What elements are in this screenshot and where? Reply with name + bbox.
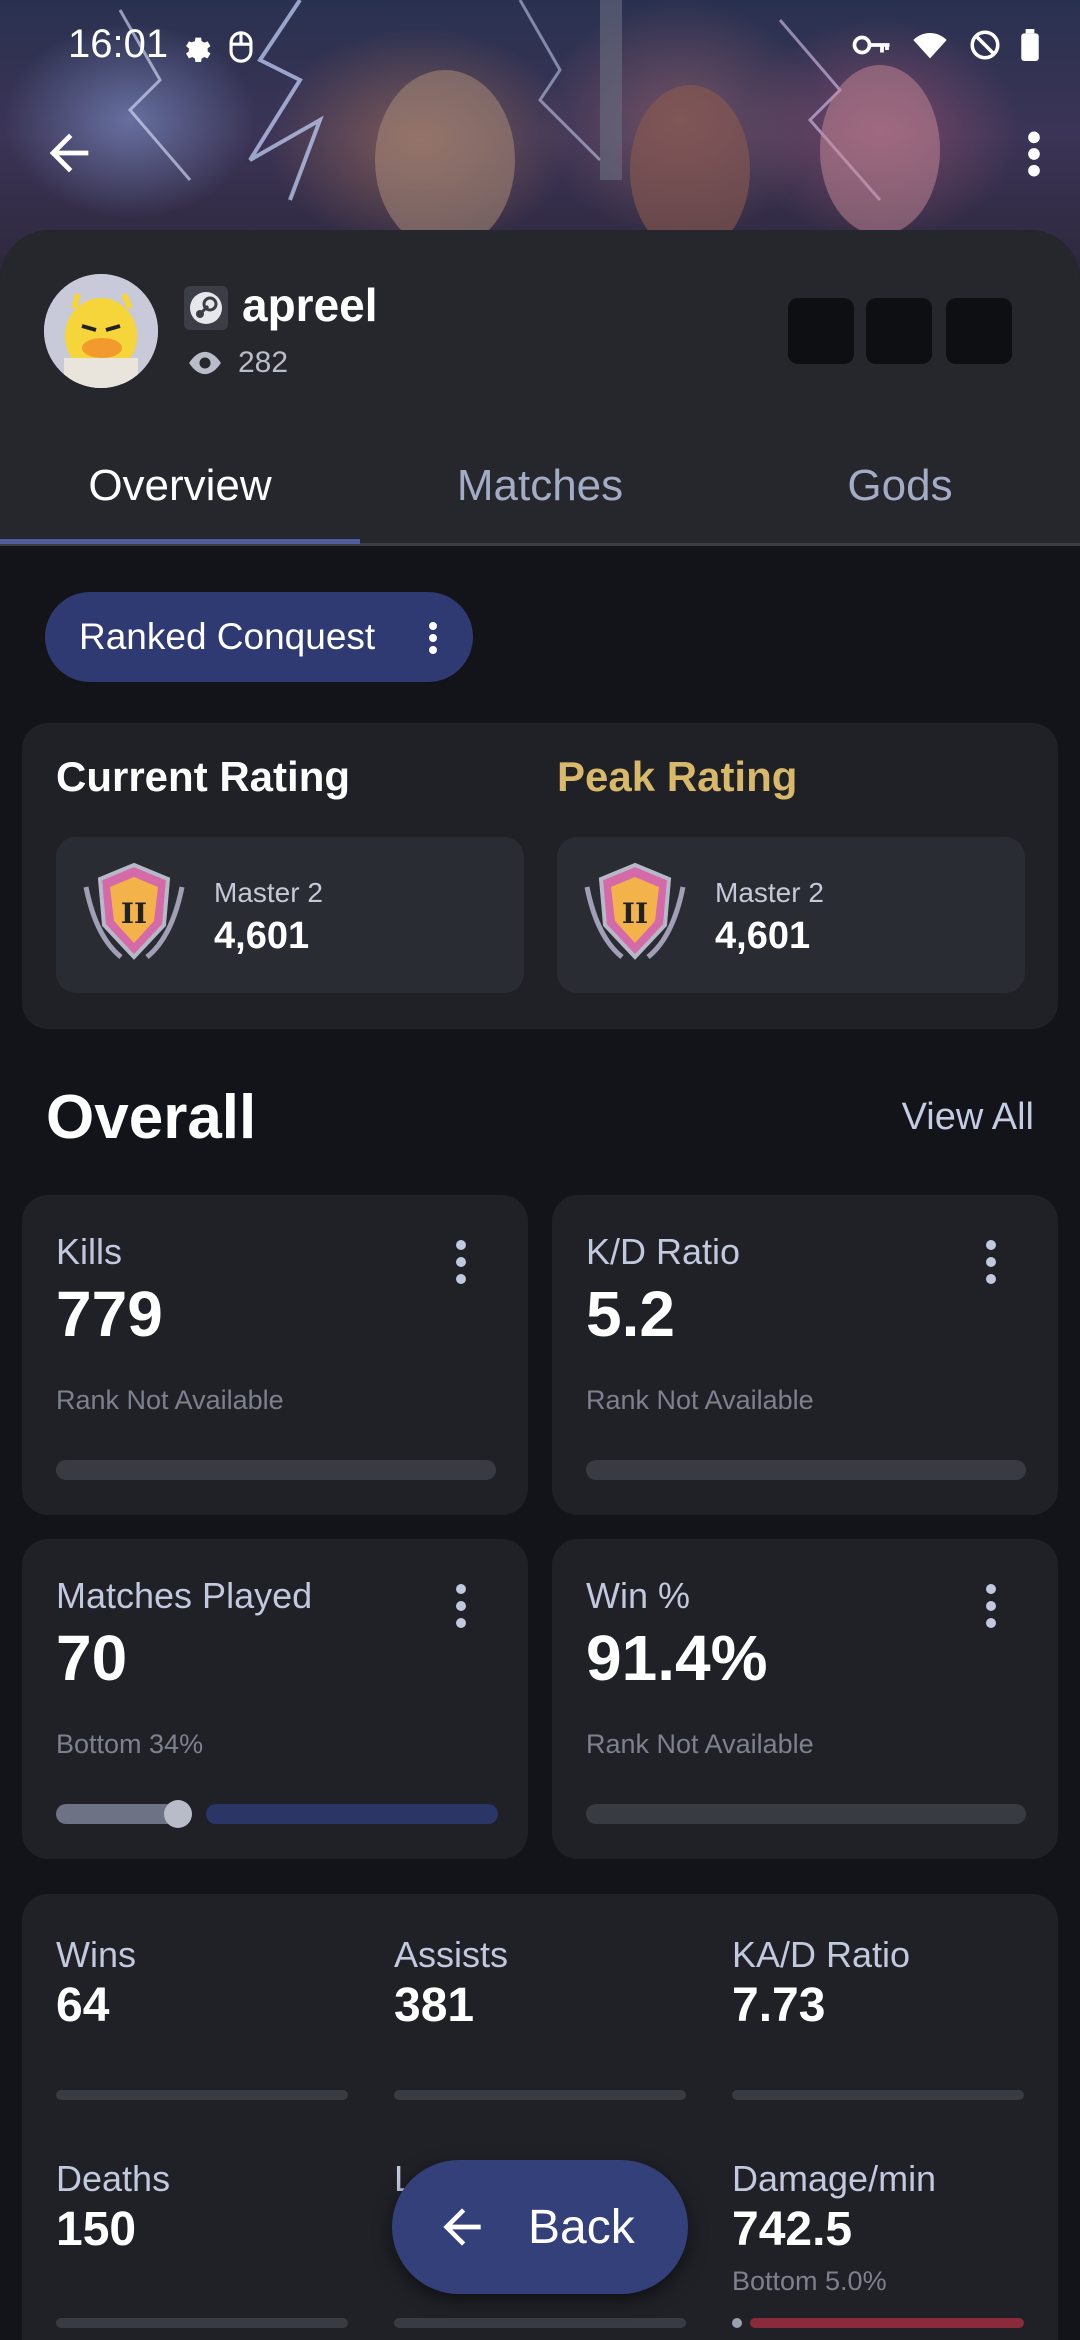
overall-title: Overall [46,1083,257,1152]
eye-icon [189,351,221,375]
status-time: 16:01 [68,22,169,66]
tab-matches[interactable]: Matches [360,430,720,542]
vpn-key-icon [852,35,890,55]
status-icons-right [852,28,1040,62]
wins-track [56,2090,348,2100]
kd-ratio-card[interactable]: K/D Ratio 5.2 Rank Not Available [552,1195,1058,1515]
matches-percentile-track [206,1804,498,1824]
win-percent-rank-text: Rank Not Available [586,1729,814,1759]
assists-label: Assists [394,1934,509,1975]
views-count: 282 [238,346,289,379]
kad-ratio-label: KA/D Ratio [732,1934,911,1975]
badge-slot-3[interactable] [946,298,1012,364]
win-percent-progress-track [586,1804,1026,1824]
badge-slot-1[interactable] [788,298,854,364]
avatar[interactable] [44,274,158,388]
more-vert-icon[interactable] [454,1239,468,1285]
screen: 16:01 apreel 282 Overview Matches Gods R… [0,0,1080,2340]
damage-per-min-label: Damage/min [732,2158,937,2199]
kd-ratio-value: 5.2 [586,1278,675,1350]
dnd-icon [970,30,1000,60]
profile-views: 282 [186,346,288,380]
peak-rank-name: Master 2 [715,877,824,908]
duck-avatar-image [44,274,158,388]
kills-label: Kills [56,1231,123,1272]
current-rating-title: Current Rating [56,753,350,800]
damage-per-min-rank-text: Bottom 5.0% [732,2266,887,2296]
deaths-track [56,2318,348,2328]
current-rating-box[interactable]: II Master 2 4,601 [56,837,524,993]
current-emblem-numeral: II [121,897,147,930]
wins-value: 64 [56,1979,110,2032]
kills-progress-track [56,1460,496,1480]
steam-icon [184,286,228,330]
deaths-value: 150 [56,2203,137,2256]
view-all-link[interactable]: View All [902,1096,1034,1139]
matches-played-rank-text: Bottom 34% [56,1729,204,1759]
win-percent-value: 91.4% [586,1622,768,1694]
peak-rating-title: Peak Rating [557,753,798,800]
more-vert-icon[interactable] [984,1583,998,1629]
badge-slot-2[interactable] [866,298,932,364]
profile-sheet: apreel 282 Overview Matches Gods Ranked … [0,230,1080,2340]
kd-ratio-label: K/D Ratio [586,1231,741,1272]
tab-overview[interactable]: Overview [0,430,360,542]
kills-card[interactable]: Kills 779 Rank Not Available [22,1195,528,1515]
assists-value: 381 [394,1979,475,2032]
kd-ratio-progress-track [586,1460,1026,1480]
kad-ratio-value: 7.73 [732,1979,826,2032]
peak-emblem-numeral: II [622,897,648,930]
kad-ratio-track [732,2090,1024,2100]
profile-header: apreel 282 Overview Matches Gods [0,230,1080,546]
rating-card: Current Rating Peak Rating II Master 2 4… [22,723,1058,1029]
mouse-icon [229,31,253,63]
game-mode-label: Ranked Conquest [79,616,376,657]
matches-percentile-marker [164,1800,192,1828]
win-percent-label: Win % [586,1575,691,1616]
back-button-label: Back [528,2201,635,2254]
win-percent-card[interactable]: Win % 91.4% Rank Not Available [552,1539,1058,1859]
peak-rating-value: 4,601 [715,915,811,957]
username: apreel [242,279,378,331]
damage-per-min-track [750,2318,1024,2328]
kills-value: 779 [56,1278,163,1350]
back-arrow-icon[interactable] [40,124,98,182]
wins-label: Wins [56,1934,136,1975]
tab-active-indicator [0,539,360,544]
matches-percentile-fill [56,1804,176,1824]
kills-rank-text: Rank Not Available [56,1385,284,1415]
wifi-icon [913,32,947,59]
more-vert-icon[interactable] [454,1583,468,1629]
more-vert-icon [429,622,437,654]
matches-played-label: Matches Played [56,1575,313,1616]
deaths-label: Deaths [56,2158,171,2199]
arrow-left-icon [443,2208,481,2246]
peak-rating-box[interactable]: II Master 2 4,601 [557,837,1025,993]
kd-ratio-rank-text: Rank Not Available [586,1385,814,1415]
more-vert-icon[interactable] [984,1239,998,1285]
overflow-menu-icon[interactable] [1014,124,1054,184]
game-mode-chip[interactable]: Ranked Conquest [45,592,473,682]
status-bar: 16:01 [0,0,1080,95]
matches-played-value: 70 [56,1622,128,1694]
damage-per-min-value: 742.5 [732,2203,853,2256]
master-rank-emblem-icon: II [584,862,686,960]
current-rank-name: Master 2 [214,877,323,908]
master-rank-emblem-icon: II [83,862,185,960]
current-rating-value: 4,601 [214,915,310,957]
status-icons-left [178,30,256,64]
battery-icon [1021,29,1039,61]
settings-icon [186,37,211,63]
partial-stat-track [394,2318,686,2328]
back-button[interactable]: Back [392,2160,688,2294]
tab-gods[interactable]: Gods [720,430,1080,542]
damage-per-min-marker [732,2318,742,2328]
assists-track [394,2090,686,2100]
matches-played-card[interactable]: Matches Played 70 Bottom 34% [22,1539,528,1859]
